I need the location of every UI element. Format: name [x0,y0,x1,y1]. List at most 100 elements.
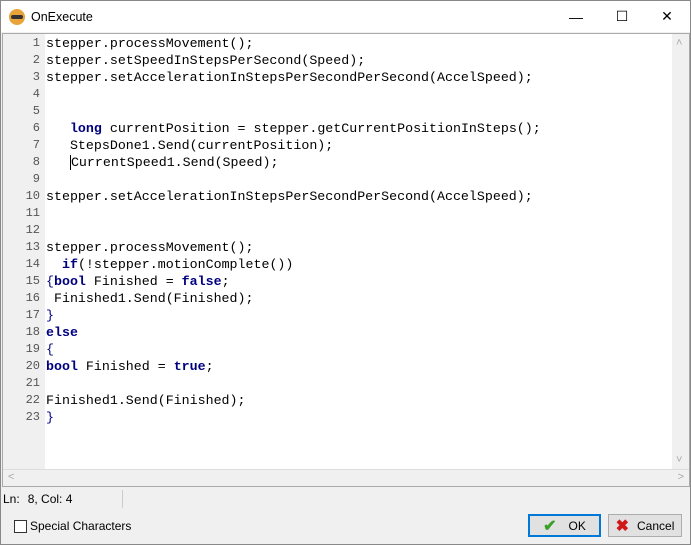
cancel-button[interactable]: ✖ Cancel [608,514,682,537]
code-text[interactable]: } [43,409,54,426]
code-line[interactable]: 16 Finished1.Send(Finished); [3,290,541,307]
line-number: 13 [25,240,40,254]
title-bar: OnExecute — ☐ ✕ [1,1,690,32]
special-characters-checkbox[interactable]: Special Characters [14,519,131,533]
checkbox-box[interactable] [14,519,27,533]
code-text[interactable]: stepper.processMovement(); [43,239,253,256]
line-number: 21 [25,376,40,390]
code-text[interactable] [43,103,46,120]
code-text[interactable]: long currentPosition = stepper.getCurren… [43,120,541,137]
line-number: 20 [25,359,40,373]
code-editor[interactable]: 1 stepper.processMovement(); 2 stepper.setS… [2,33,690,487]
code-text[interactable] [43,86,46,103]
line-number: 7 [32,138,40,152]
minimize-button[interactable]: — [553,1,599,32]
ok-button[interactable]: ✔ OK [528,514,601,537]
code-line[interactable]: 11 [3,205,541,222]
code-text[interactable]: CurrentSpeed1.Send(Speed); [43,154,278,171]
code-text[interactable]: if(!stepper.motionComplete()) [43,256,293,273]
line-number: 22 [25,393,40,407]
scroll-left-icon[interactable]: < [8,471,14,483]
app-icon [9,8,25,25]
scroll-right-icon[interactable]: > [678,471,684,483]
line-number: 5 [32,104,40,118]
code-line[interactable]: 10 stepper.setAccelerationInStepsPerSecon… [3,188,541,205]
code-token: Finished = [77,359,174,374]
x-icon: ✖ [615,517,630,535]
code-token: stepper.processMovement(); [46,240,254,255]
line-number: 9 [32,172,40,186]
code-text[interactable] [43,171,46,188]
code-line[interactable]: 18 else [3,324,541,341]
code-text[interactable]: Finished1.Send(Finished); [43,392,246,409]
code-line[interactable]: 12 [3,222,541,239]
scroll-down-icon[interactable]: ˅ [676,454,682,466]
code-line[interactable]: 21 [3,375,541,392]
code-line[interactable]: 3 stepper.setAccelerationInStepsPerSecond… [3,69,541,86]
code-text[interactable]: stepper.setAccelerationInStepsPerSecondP… [43,69,533,86]
code-line[interactable]: 15 {bool Finished = false; [3,273,541,290]
code-lines[interactable]: 1 stepper.processMovement(); 2 stepper.setS… [3,35,541,426]
code-line[interactable]: 4 [3,86,541,103]
code-text[interactable]: {bool Finished = false; [43,273,230,290]
special-characters-label: Special Characters [30,519,132,533]
code-line[interactable]: 19 { [3,341,541,358]
brace: } [46,410,54,425]
code-line[interactable]: 2 stepper.setSpeedInStepsPerSecond(Speed)… [3,52,541,69]
brace: { [46,342,54,357]
close-button[interactable]: ✕ [644,1,690,32]
code-line[interactable]: 22 Finished1.Send(Finished); [3,392,541,409]
line-number: 16 [25,291,40,305]
maximize-button[interactable]: ☐ [599,1,645,32]
scroll-up-icon[interactable]: ˄ [676,37,682,49]
code-text[interactable]: stepper.setSpeedInStepsPerSecond(Speed); [43,52,365,69]
code-text[interactable]: { [43,341,54,358]
code-text[interactable] [43,222,46,239]
line-number: 14 [25,257,40,271]
code-text[interactable]: } [43,307,54,324]
code-line[interactable]: 9 [3,171,541,188]
keyword: else [46,325,78,340]
code-text[interactable] [43,205,46,222]
code-text[interactable]: bool Finished = true; [43,358,214,375]
line-number: 1 [32,36,40,50]
line-number: 8 [32,155,40,169]
code-line[interactable]: 5 [3,103,541,120]
vertical-scrollbar[interactable]: ˄ ˅ [672,34,689,469]
code-text[interactable]: stepper.setAccelerationInStepsPerSecondP… [43,188,533,205]
line-number: 17 [25,308,40,322]
code-text[interactable]: stepper.processMovement(); [43,35,253,52]
code-line[interactable]: 14 if(!stepper.motionComplete()) [3,256,541,273]
code-line[interactable]: 23} [3,409,541,426]
window-title: OnExecute [31,9,93,24]
line-number: 4 [32,87,40,101]
code-token: stepper.processMovement(); [46,36,254,51]
code-token: Finished = [85,274,182,289]
code-text[interactable]: StepsDone1.Send(currentPosition); [43,137,333,154]
code-token: (!stepper.motionComplete()) [77,257,294,272]
code-line[interactable]: 6 long currentPosition = stepper.getCurr… [3,120,541,137]
ok-label: OK [568,518,586,533]
code-line[interactable]: 1 stepper.processMovement(); [3,35,541,52]
line-number: 15 [25,274,40,288]
code-line[interactable]: 13 stepper.processMovement(); [3,239,541,256]
code-token: stepper.setAccelerationInStepsPerSecondP… [46,70,533,85]
brace: } [46,308,54,323]
code-line[interactable]: 20 bool Finished = true; [3,358,541,375]
code-line[interactable]: 8 CurrentSpeed1.Send(Speed); [3,154,541,171]
line-number: 18 [25,325,40,339]
code-line[interactable]: 17} [3,307,541,324]
keyword: bool [46,359,78,374]
code-token: Finished1.Send(Finished); [46,291,254,306]
code-text[interactable] [43,375,46,392]
keyword: if [61,257,78,272]
horizontal-scrollbar[interactable]: < > [3,469,689,486]
code-text[interactable]: else [43,324,78,341]
code-token: Finished1.Send(Finished); [46,393,246,408]
code-line[interactable]: 7 StepsDone1.Send(currentPosition); [3,137,541,154]
line-number: 2 [32,53,40,67]
line-number: 10 [25,189,40,203]
code-text[interactable]: Finished1.Send(Finished); [43,290,254,307]
